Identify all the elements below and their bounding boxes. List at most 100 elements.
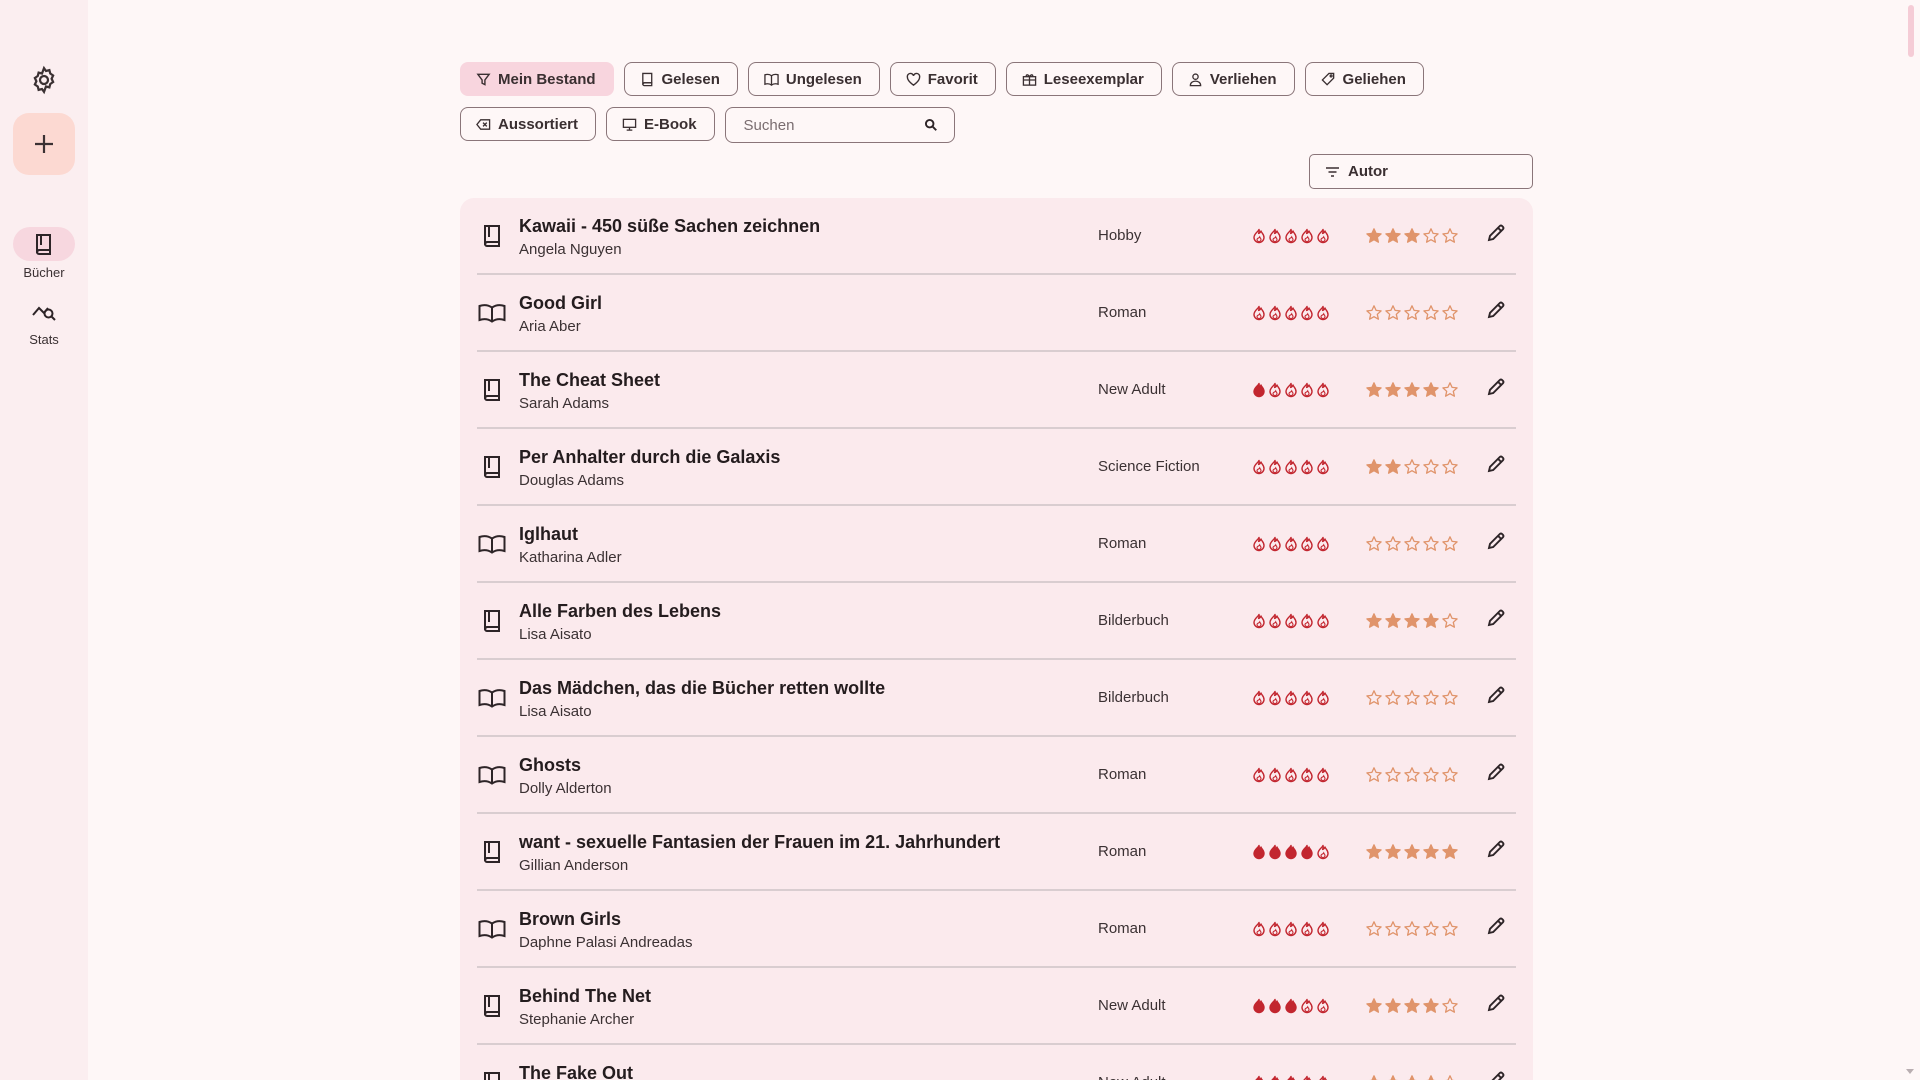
edit-book-button[interactable] [1483, 762, 1509, 788]
book-author: Sarah Adams [519, 395, 610, 412]
rating-star-icon [1422, 689, 1440, 707]
pencil-icon [1486, 839, 1506, 864]
rating-star-icon [1365, 997, 1383, 1015]
chip-gelesen[interactable]: Gelesen [623, 62, 738, 96]
star-rating [1365, 612, 1459, 630]
rating-star-icon [1441, 843, 1459, 861]
book-row[interactable]: The Fake Out New Adult [477, 1045, 1516, 1080]
book-genre: Roman [1098, 304, 1147, 321]
chip-aussortiert[interactable]: Aussortiert [460, 107, 597, 141]
book-genre: Bilderbuch [1098, 689, 1169, 706]
page-scrollbar[interactable] [1906, 2, 1916, 1078]
sort-icon [1326, 166, 1339, 177]
book-row[interactable]: Behind The Net Stephanie Archer New Adult [477, 968, 1516, 1045]
book-open-icon [477, 760, 507, 790]
edit-book-button[interactable] [1483, 685, 1509, 711]
chip-leseexemplar[interactable]: Leseexemplar [1005, 62, 1162, 96]
book-genre: Roman [1098, 843, 1147, 860]
book-author: Gillian Anderson [519, 857, 629, 874]
spice-rating [1252, 228, 1330, 244]
book-row[interactable]: Brown Girls Daphne Palasi Andreadas Roman [477, 891, 1516, 968]
book-closed-icon [641, 72, 652, 86]
spice-pepper-icon [1252, 1075, 1266, 1080]
spice-rating [1252, 767, 1330, 783]
book-title[interactable]: Alle Farben des Lebens [519, 601, 721, 621]
spice-pepper-icon [1268, 228, 1282, 244]
edit-book-button[interactable] [1483, 993, 1509, 1019]
book-row[interactable]: The Cheat Sheet Sarah Adams New Adult [477, 352, 1516, 429]
pencil-icon [1486, 300, 1506, 325]
book-open-icon [477, 683, 507, 713]
rating-star-icon [1384, 920, 1402, 938]
edit-book-button[interactable] [1483, 300, 1509, 326]
edit-book-button[interactable] [1483, 839, 1509, 865]
sort-dropdown[interactable]: Autor [1309, 154, 1533, 189]
book-closed-icon [477, 452, 507, 482]
settings-button[interactable] [24, 60, 64, 100]
book-title[interactable]: Iglhaut [519, 524, 622, 544]
search-field[interactable] [724, 107, 955, 143]
book-title[interactable]: want - sexuelle Fantasien der Frauen im … [519, 832, 1000, 852]
book-title[interactable]: Brown Girls [519, 909, 692, 929]
scroll-down-arrow-icon[interactable] [1906, 1069, 1914, 1074]
book-row[interactable]: Das Mädchen, das die Bücher retten wollt… [477, 660, 1516, 737]
edit-book-button[interactable] [1483, 223, 1509, 249]
edit-book-button[interactable] [1483, 454, 1509, 480]
chip-favorit[interactable]: Favorit [889, 62, 996, 96]
rating-star-icon [1441, 920, 1459, 938]
book-title[interactable]: The Cheat Sheet [519, 370, 660, 390]
rating-star-icon [1365, 1074, 1383, 1080]
spice-pepper-icon [1284, 613, 1298, 629]
rating-star-icon [1403, 997, 1421, 1015]
spice-pepper-icon [1300, 305, 1314, 321]
book-title[interactable]: Das Mädchen, das die Bücher retten wollt… [519, 678, 885, 698]
edit-book-button[interactable] [1483, 1070, 1509, 1080]
edit-book-button[interactable] [1483, 608, 1509, 634]
book-title[interactable]: The Fake Out [519, 1063, 633, 1080]
search-icon[interactable] [924, 118, 938, 132]
chip-ungelesen[interactable]: Ungelesen [747, 62, 880, 96]
chip-verliehen[interactable]: Verliehen [1171, 62, 1295, 96]
rating-star-icon [1384, 1074, 1402, 1080]
scrollbar-thumb[interactable] [1908, 5, 1914, 57]
chip-ebook-label: E-Book [644, 115, 697, 133]
chip-geliehen[interactable]: Geliehen [1304, 62, 1424, 96]
rail-item-books[interactable]: Bücher [4, 227, 84, 280]
rail-item-stats[interactable]: Stats [4, 294, 84, 347]
rating-star-icon [1403, 535, 1421, 553]
book-row[interactable]: Good Girl Aria Aber Roman [477, 275, 1516, 352]
book-row[interactable]: Ghosts Dolly Alderton Roman [477, 737, 1516, 814]
book-title[interactable]: Behind The Net [519, 986, 651, 1006]
chip-mein-bestand[interactable]: Mein Bestand [460, 62, 614, 96]
book-title[interactable]: Good Girl [519, 293, 602, 313]
edit-book-button[interactable] [1483, 531, 1509, 557]
book-row[interactable]: Alle Farben des Lebens Lisa Aisato Bilderb… [477, 583, 1516, 660]
rating-star-icon [1403, 843, 1421, 861]
chip-ebook[interactable]: E-Book [606, 107, 715, 141]
rating-star-icon [1365, 612, 1383, 630]
spice-pepper-icon [1284, 767, 1298, 783]
rating-star-icon [1365, 535, 1383, 553]
rating-star-icon [1365, 304, 1383, 322]
rating-star-icon [1441, 766, 1459, 784]
rating-star-icon [1441, 1074, 1459, 1080]
pencil-icon [1486, 993, 1506, 1018]
book-title[interactable]: Per Anhalter durch die Galaxis [519, 447, 780, 467]
book-row[interactable]: Kawaii - 450 süße Sachen zeichnen Angela … [477, 198, 1516, 275]
star-rating [1365, 1074, 1459, 1080]
book-title[interactable]: Ghosts [519, 755, 612, 775]
book-row[interactable]: Per Anhalter durch die Galaxis Douglas Ad… [477, 429, 1516, 506]
edit-book-button[interactable] [1483, 916, 1509, 942]
book-closed-icon [477, 991, 507, 1021]
spice-pepper-icon [1252, 459, 1266, 475]
edit-book-button[interactable] [1483, 377, 1509, 403]
search-input[interactable] [743, 116, 904, 134]
book-title[interactable]: Kawaii - 450 süße Sachen zeichnen [519, 216, 820, 236]
add-book-button[interactable] [13, 113, 75, 175]
rating-star-icon [1384, 381, 1402, 399]
spice-pepper-icon [1252, 844, 1266, 860]
spice-pepper-icon [1300, 536, 1314, 552]
book-row[interactable]: want - sexuelle Fantasien der Frauen im … [477, 814, 1516, 891]
spice-pepper-icon [1252, 921, 1266, 937]
book-row[interactable]: Iglhaut Katharina Adler Roman [477, 506, 1516, 583]
